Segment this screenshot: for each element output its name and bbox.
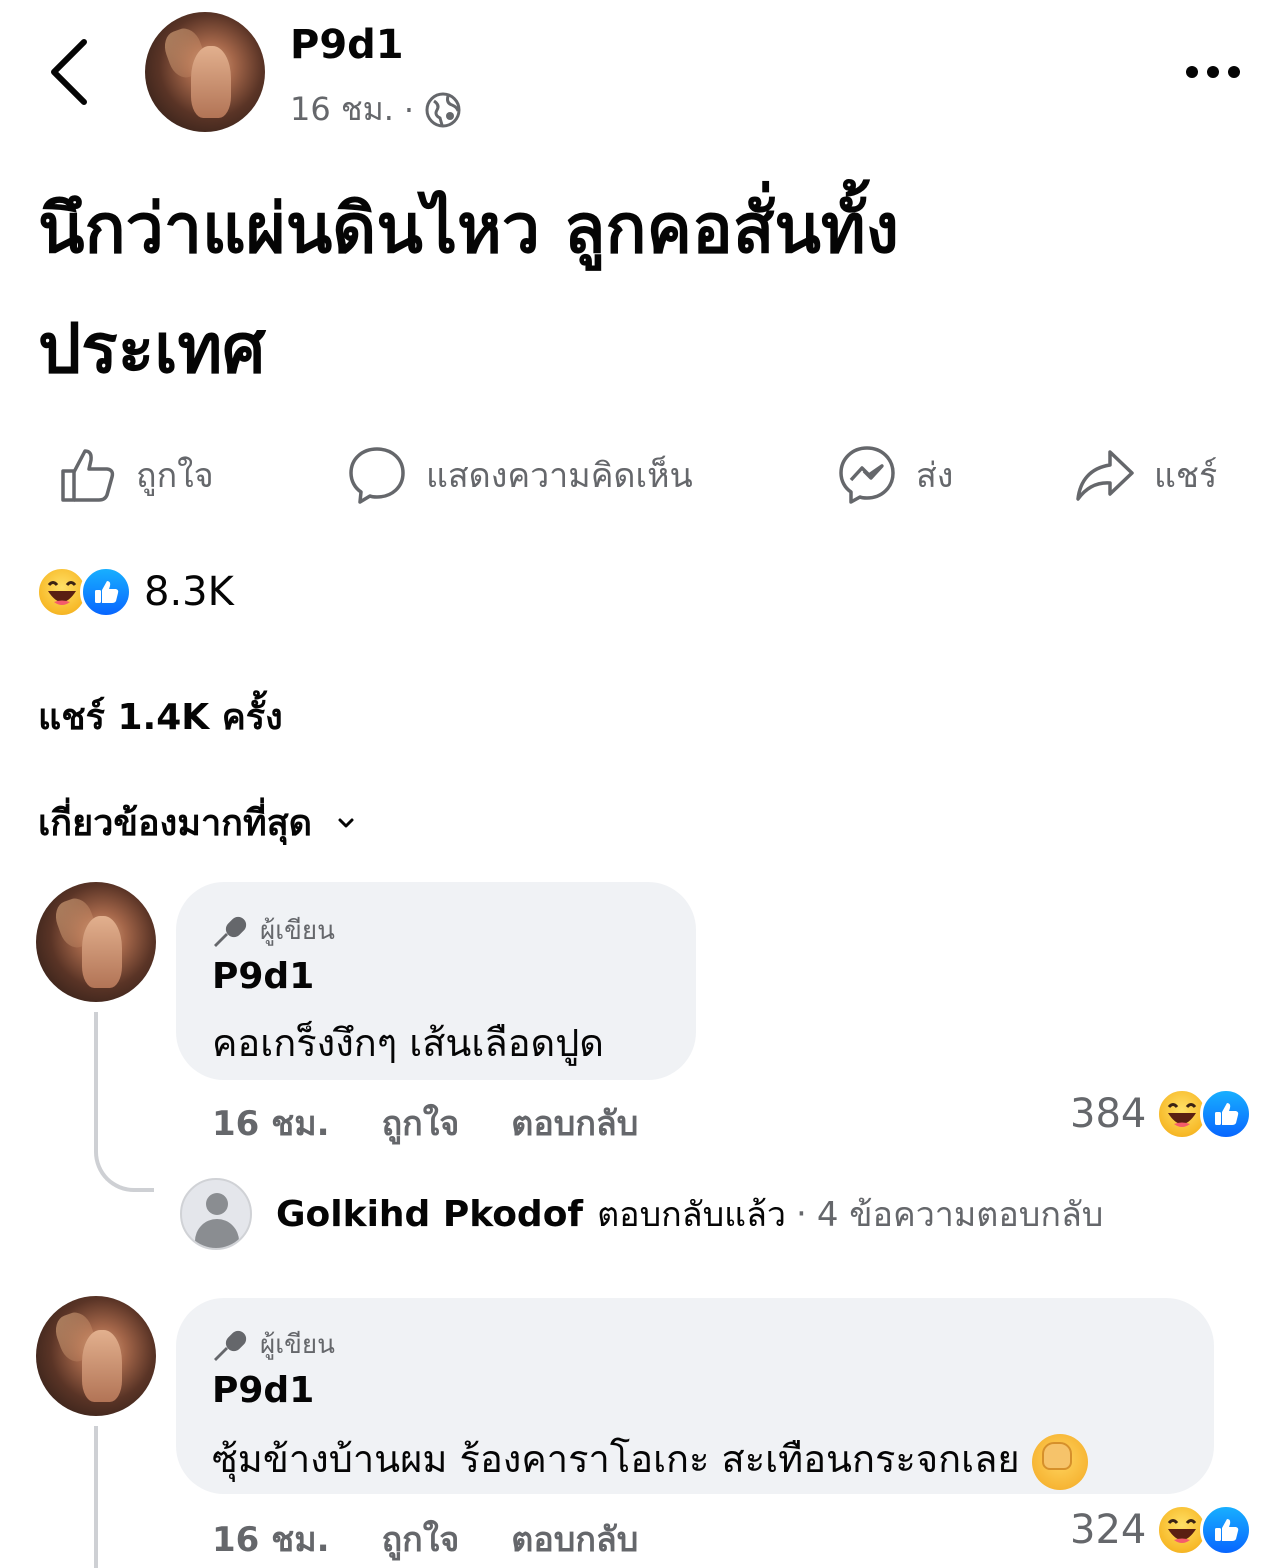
thumbs-up-icon bbox=[61, 449, 115, 502]
post-text-line: นึกว่าแผ่นดินไหว ลูกคอสั่นทั้ง bbox=[38, 190, 899, 269]
like-emoji-icon bbox=[1200, 1504, 1253, 1556]
badge-label: ผู้เขียน bbox=[260, 1330, 335, 1360]
reply-separator: · bbox=[796, 1194, 807, 1234]
badge-label: ผู้เขียน bbox=[260, 916, 335, 946]
send-button[interactable]: ส่ง bbox=[836, 430, 953, 520]
comment-reaction-count: 384 bbox=[1070, 1091, 1147, 1137]
like-emoji-icon bbox=[80, 566, 132, 618]
chevron-left-icon bbox=[51, 39, 87, 105]
post-header: P9d1 16 ชม. · bbox=[0, 0, 1284, 140]
comment-meta: 16 ชม. ถูกใจ ตอบกลับ bbox=[212, 1512, 638, 1566]
sort-label: เกี่ยวข้องมากที่สุด bbox=[38, 803, 313, 844]
post-text-line: ประเทศ bbox=[38, 310, 266, 389]
comment-reactions[interactable]: 384 bbox=[1070, 1088, 1253, 1140]
author-badge: ผู้เขียน bbox=[212, 910, 335, 951]
reply-thread-line bbox=[94, 1426, 98, 1568]
messenger-icon bbox=[839, 446, 895, 504]
facepalm-emoji-icon bbox=[1031, 1433, 1088, 1490]
reply-author-name: Golkihd Pkodof bbox=[276, 1193, 584, 1235]
share-button[interactable]: แชร์ bbox=[1074, 430, 1217, 520]
comment-reactions[interactable]: 324 bbox=[1070, 1504, 1253, 1556]
comment-sort-dropdown[interactable]: เกี่ยวข้องมากที่สุด bbox=[38, 794, 356, 851]
comment-reply-button[interactable]: ตอบกลับ bbox=[511, 1096, 638, 1150]
share-label: แชร์ bbox=[1154, 456, 1218, 496]
comment-like-button[interactable]: ถูกใจ bbox=[382, 1096, 460, 1150]
post-action-bar: ถูกใจ แสดงความคิดเห็น ส่ง แชร์ bbox=[0, 430, 1284, 520]
comment-reaction-count: 324 bbox=[1070, 1507, 1147, 1553]
more-options-button[interactable] bbox=[1178, 50, 1248, 94]
more-dot-icon bbox=[1207, 66, 1219, 78]
comment-text: คอเกร็งงึกๆ เส้นเลือดปูด bbox=[212, 1021, 604, 1065]
more-dot-icon bbox=[1186, 66, 1198, 78]
commenter-name[interactable]: P9d1 bbox=[212, 1370, 314, 1411]
comment-time[interactable]: 16 ชม. bbox=[212, 1512, 330, 1566]
post-time[interactable]: 16 ชม. bbox=[290, 84, 394, 135]
microphone-icon bbox=[214, 916, 247, 947]
comment-text: ซุ้มข้างบ้านผม ร้องคาราโอเกะ สะเทือนกระจ… bbox=[212, 1428, 1088, 1490]
chevron-down-icon bbox=[338, 818, 354, 827]
microphone-icon bbox=[214, 1330, 247, 1361]
globe-icon bbox=[425, 92, 461, 127]
reaction-summary[interactable]: 8.3K bbox=[36, 562, 234, 622]
share-count[interactable]: แชร์ 1.4K ครั้ง bbox=[38, 688, 283, 745]
commenter-avatar[interactable] bbox=[36, 1296, 156, 1416]
view-replies-link[interactable]: Golkihd Pkodof ตอบกลับแล้ว · 4 ข้อความตอ… bbox=[180, 1178, 1103, 1250]
comment-meta: 16 ชม. ถูกใจ ตอบกลับ bbox=[212, 1096, 638, 1150]
comment-text-content: ซุ้มข้างบ้านผม ร้องคาราโอเกะ สะเทือนกระจ… bbox=[212, 1437, 1020, 1481]
comment-like-button[interactable]: ถูกใจ bbox=[382, 1512, 460, 1566]
like-emoji-icon bbox=[1200, 1088, 1253, 1140]
reply-count: 4 ข้อความตอบกลับ bbox=[816, 1195, 1104, 1235]
meta-separator: · bbox=[403, 90, 415, 129]
comment-bubble-icon bbox=[349, 447, 405, 504]
more-dot-icon bbox=[1228, 66, 1240, 78]
like-label: ถูกใจ bbox=[136, 456, 214, 496]
author-name[interactable]: P9d1 bbox=[290, 22, 404, 68]
comment-time[interactable]: 16 ชม. bbox=[212, 1096, 330, 1150]
send-label: ส่ง bbox=[916, 456, 954, 496]
reply-thread-line bbox=[94, 1012, 154, 1192]
commenter-avatar[interactable] bbox=[36, 882, 156, 1002]
author-badge: ผู้เขียน bbox=[212, 1324, 335, 1365]
share-arrow-icon bbox=[1076, 450, 1134, 501]
like-button[interactable]: ถูกใจ bbox=[58, 430, 214, 520]
comment-button[interactable]: แสดงความคิดเห็น bbox=[346, 430, 693, 520]
commenter-name[interactable]: P9d1 bbox=[212, 956, 314, 997]
reaction-count: 8.3K bbox=[144, 569, 234, 615]
post-meta: 16 ชม. · bbox=[290, 84, 462, 135]
back-button[interactable] bbox=[40, 32, 100, 112]
default-avatar-icon bbox=[180, 1178, 252, 1250]
reply-action-text: ตอบกลับแล้ว bbox=[597, 1195, 787, 1235]
comment-reply-button[interactable]: ตอบกลับ bbox=[511, 1512, 638, 1566]
author-avatar[interactable] bbox=[145, 12, 265, 132]
post-text: นึกว่าแผ่นดินไหว ลูกคอสั่นทั้ง ประเทศ bbox=[38, 170, 1248, 410]
comment-label: แสดงความคิดเห็น bbox=[426, 456, 693, 496]
